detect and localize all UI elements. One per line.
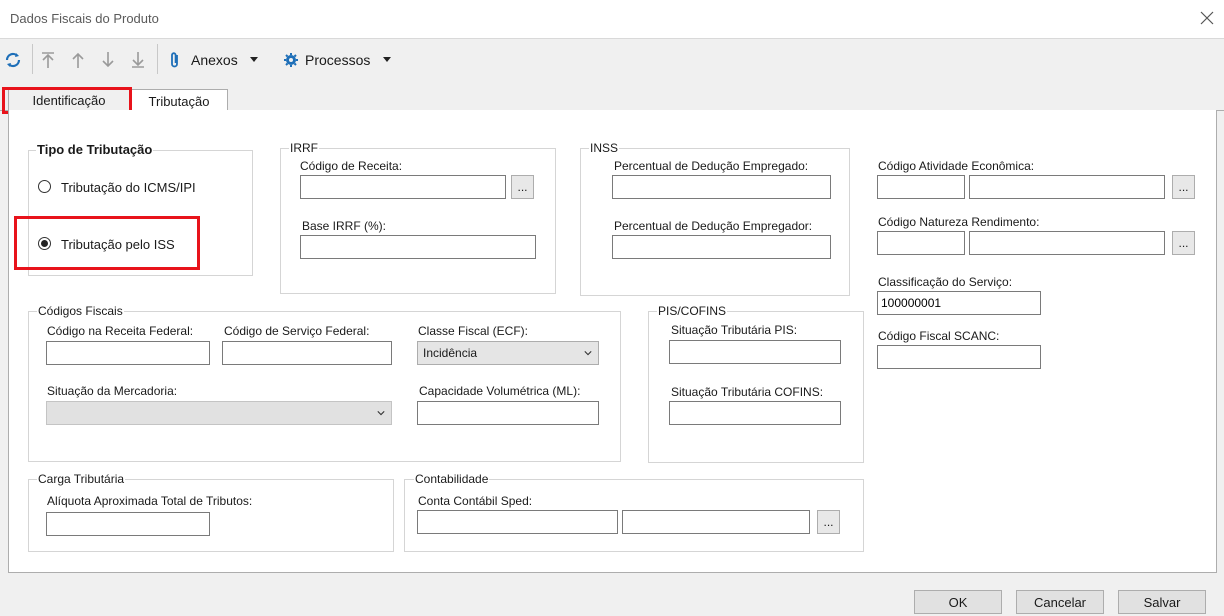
- window-title: Dados Fiscais do Produto: [10, 11, 159, 26]
- group-title: Códigos Fiscais: [37, 304, 124, 318]
- field-label: Situação Tributária COFINS:: [671, 385, 824, 399]
- chevron-down-icon: [584, 351, 592, 356]
- field-label: Classificação do Serviço:: [878, 275, 1013, 289]
- gear-icon: [284, 53, 298, 67]
- chevron-down-icon: [377, 411, 385, 416]
- group-title: INSS: [589, 141, 620, 155]
- field-label: Código Fiscal SCANC:: [878, 329, 1000, 343]
- natureza-descricao-input[interactable]: [969, 231, 1165, 255]
- situacao-mercadoria-select[interactable]: [46, 401, 392, 425]
- classe-fiscal-select[interactable]: Incidência: [417, 341, 599, 365]
- codigo-scanc-input[interactable]: [877, 345, 1041, 369]
- highlight-box-iss: [14, 216, 200, 270]
- conta-contabil-descricao-input[interactable]: [622, 510, 810, 534]
- close-icon[interactable]: [1195, 6, 1219, 30]
- field-label: Alíquota Aproximada Total de Tributos:: [47, 494, 253, 508]
- tab-tributacao[interactable]: Tributação: [130, 89, 228, 112]
- field-label: Percentual de Dedução Empregado:: [614, 159, 809, 173]
- atividade-codigo-input[interactable]: [877, 175, 965, 199]
- group-title: PIS/COFINS: [657, 304, 728, 318]
- field-label: Classe Fiscal (ECF):: [418, 324, 529, 338]
- toolbar-separator: [157, 44, 158, 74]
- cancel-button[interactable]: Cancelar: [1016, 590, 1104, 614]
- toolbar-separator: [32, 44, 33, 74]
- field-label: Código de Serviço Federal:: [224, 324, 370, 338]
- anexos-button[interactable]: Anexos: [168, 48, 272, 72]
- situacao-pis-input[interactable]: [669, 340, 841, 364]
- field-label: Percentual de Dedução Empregador:: [614, 219, 813, 233]
- field-label: Capacidade Volumétrica (ML):: [419, 384, 581, 398]
- group-title: Contabilidade: [414, 472, 490, 486]
- base-irrf-input[interactable]: [300, 235, 536, 259]
- field-label: Código Natureza Rendimento:: [878, 215, 1040, 229]
- processos-button[interactable]: Processos: [283, 48, 403, 72]
- field-label: Situação da Mercadoria:: [47, 384, 178, 398]
- field-label: Conta Contábil Sped:: [418, 494, 533, 508]
- atividade-descricao-input[interactable]: [969, 175, 1165, 199]
- situacao-cofins-input[interactable]: [669, 401, 841, 425]
- lookup-button[interactable]: ...: [511, 175, 534, 199]
- dropdown-arrow-icon: [383, 57, 392, 62]
- field-label: Base IRRF (%):: [302, 219, 387, 233]
- field-label: Código na Receita Federal:: [47, 324, 194, 338]
- aliquota-input[interactable]: [46, 512, 210, 536]
- codigo-receita-input[interactable]: [300, 175, 506, 199]
- group-title: Carga Tributária: [37, 472, 126, 486]
- paperclip-icon: [171, 52, 178, 68]
- codigo-receita-federal-input[interactable]: [46, 341, 210, 365]
- group-title: Tipo de Tributação: [36, 142, 154, 157]
- lookup-button[interactable]: ...: [1172, 231, 1195, 255]
- dropdown-arrow-icon: [249, 57, 258, 62]
- ok-button[interactable]: OK: [914, 590, 1002, 614]
- move-first-icon[interactable]: [40, 48, 56, 72]
- natureza-codigo-input[interactable]: [877, 231, 965, 255]
- move-last-icon[interactable]: [130, 48, 146, 72]
- field-label: Situação Tributária PIS:: [671, 323, 798, 337]
- capacidade-volumetrica-input[interactable]: [417, 401, 599, 425]
- classificacao-servico-input[interactable]: [877, 291, 1041, 315]
- radio-icms-ipi[interactable]: [38, 180, 51, 193]
- title-bar: [0, 0, 1224, 38]
- move-down-icon[interactable]: [100, 48, 116, 72]
- lookup-button[interactable]: ...: [1172, 175, 1195, 199]
- save-button[interactable]: Salvar: [1118, 590, 1206, 614]
- group-title: IRRF: [289, 141, 319, 155]
- radio-label: Tributação do ICMS/IPI: [61, 180, 196, 195]
- field-label: Código Atividade Econômica:: [878, 159, 1035, 173]
- field-label: Código de Receita:: [300, 159, 403, 173]
- deducao-empregador-input[interactable]: [612, 235, 831, 259]
- conta-contabil-codigo-input[interactable]: [417, 510, 618, 534]
- move-up-icon[interactable]: [70, 48, 86, 72]
- lookup-button[interactable]: ...: [817, 510, 840, 534]
- refresh-icon[interactable]: [2, 48, 24, 72]
- deducao-empregado-input[interactable]: [612, 175, 831, 199]
- codigo-servico-federal-input[interactable]: [222, 341, 392, 365]
